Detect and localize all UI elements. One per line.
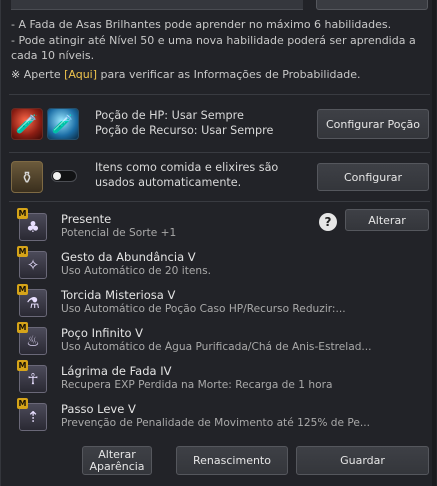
- skill-description: Uso Automático de Poção Caso HP/Recurso …: [61, 303, 346, 315]
- skill-name: Presente: [61, 212, 112, 226]
- skill-name: Lágrima de Fada IV: [61, 364, 172, 378]
- skill-description: Uso Automático de Água Purificada/Chá de…: [61, 341, 372, 353]
- skill-list: M ♣ Presente Potencial de Sorte +1 ? Alt…: [9, 207, 430, 439]
- info-line-2: - Pode atingir até Nível 50 e uma nova h…: [11, 33, 416, 63]
- food-row: ⚱ Itens como comida e elixires são usado…: [9, 161, 430, 193]
- note-symbol: ※: [11, 67, 21, 81]
- change-appearance-button[interactable]: Alterar Aparência: [82, 446, 152, 475]
- hp-potion-icon: 🧪: [11, 108, 43, 140]
- scrollbar[interactable]: [432, 0, 436, 486]
- info-line-1: - A Fada de Asas Brilhantes pode aprende…: [11, 18, 392, 31]
- skill-description: Prevenção de Penalidade de Movimento até…: [61, 417, 370, 429]
- skill-item[interactable]: M ✧ Gesto da Abundância V Uso Automático…: [9, 245, 430, 281]
- potion-row: 🧪 🧪 Poção de HP: Usar Sempre Poção de Re…: [9, 108, 430, 142]
- mastery-badge: M: [17, 322, 28, 333]
- probability-prefix: Aperte: [23, 67, 61, 81]
- mastery-badge: M: [17, 398, 28, 409]
- potion-settings-text: Poção de HP: Usar Sempre Poção de Recurs…: [95, 108, 273, 138]
- divider: [9, 152, 430, 153]
- help-icon[interactable]: ?: [319, 213, 337, 231]
- potion-icons: 🧪 🧪: [11, 108, 79, 140]
- skill-description: Recupera EXP Perdida na Morte: Recarga d…: [61, 379, 333, 391]
- skill-name: Poço Infinito V: [61, 326, 144, 340]
- probability-link[interactable]: [Aqui]: [64, 68, 97, 81]
- pet-skill-panel: - A Fada de Asas Brilhantes pode aprende…: [0, 0, 437, 486]
- skill-description: Uso Automático de 20 itens.: [61, 265, 211, 277]
- configure-food-button[interactable]: Configurar: [317, 163, 429, 191]
- top-button-fragment[interactable]: [316, 0, 428, 10]
- probability-info: ※ Aperte [Aqui] para verificar as Inform…: [11, 67, 431, 83]
- skill-item[interactable]: M ⚗ Torcida Misteriosa V Uso Automático …: [9, 283, 430, 319]
- mastery-badge: M: [17, 284, 28, 295]
- rebirth-button[interactable]: Renascimento: [176, 446, 288, 475]
- save-button[interactable]: Guardar: [296, 446, 429, 475]
- mastery-badge: M: [17, 208, 28, 219]
- resource-potion-label: Poção de Recurso: Usar Sempre: [95, 124, 274, 137]
- change-skill-button[interactable]: Alterar: [345, 209, 429, 231]
- skill-item[interactable]: M ☥ Lágrima de Fada IV Recupera EXP Perd…: [9, 359, 430, 395]
- hp-potion-label: Poção de HP: Usar Sempre: [95, 109, 244, 122]
- skill-name: Gesto da Abundância V: [61, 250, 196, 264]
- divider: [9, 94, 430, 95]
- skill-item[interactable]: M ⇡ Passo Leve V Prevenção de Penalidade…: [9, 397, 430, 433]
- skill-name: Passo Leve V: [61, 402, 136, 416]
- mastery-badge: M: [17, 360, 28, 371]
- top-progress-bar: [11, 0, 303, 10]
- divider: [9, 201, 430, 202]
- food-description: Itens como comida e elixires são usados …: [95, 161, 279, 189]
- skill-item[interactable]: M ♣ Presente Potencial de Sorte +1 ? Alt…: [9, 207, 430, 243]
- info-text: - A Fada de Asas Brilhantes pode aprende…: [11, 17, 431, 82]
- elixir-icon: ⚱: [11, 161, 43, 193]
- resource-potion-icon: 🧪: [47, 108, 79, 140]
- configure-potion-button[interactable]: Configurar Poção: [317, 109, 429, 139]
- probability-suffix: para verificar as Informações de Probabi…: [100, 67, 361, 81]
- change-appearance-line2: Aparência: [89, 459, 145, 473]
- change-appearance-line1: Alterar: [98, 447, 136, 461]
- auto-use-toggle[interactable]: [51, 170, 77, 182]
- skill-name: Torcida Misteriosa V: [61, 288, 176, 302]
- toggle-knob: [53, 172, 61, 180]
- skill-item[interactable]: M ♨ Poço Infinito V Uso Automático de Ág…: [9, 321, 430, 357]
- mastery-badge: M: [17, 246, 28, 257]
